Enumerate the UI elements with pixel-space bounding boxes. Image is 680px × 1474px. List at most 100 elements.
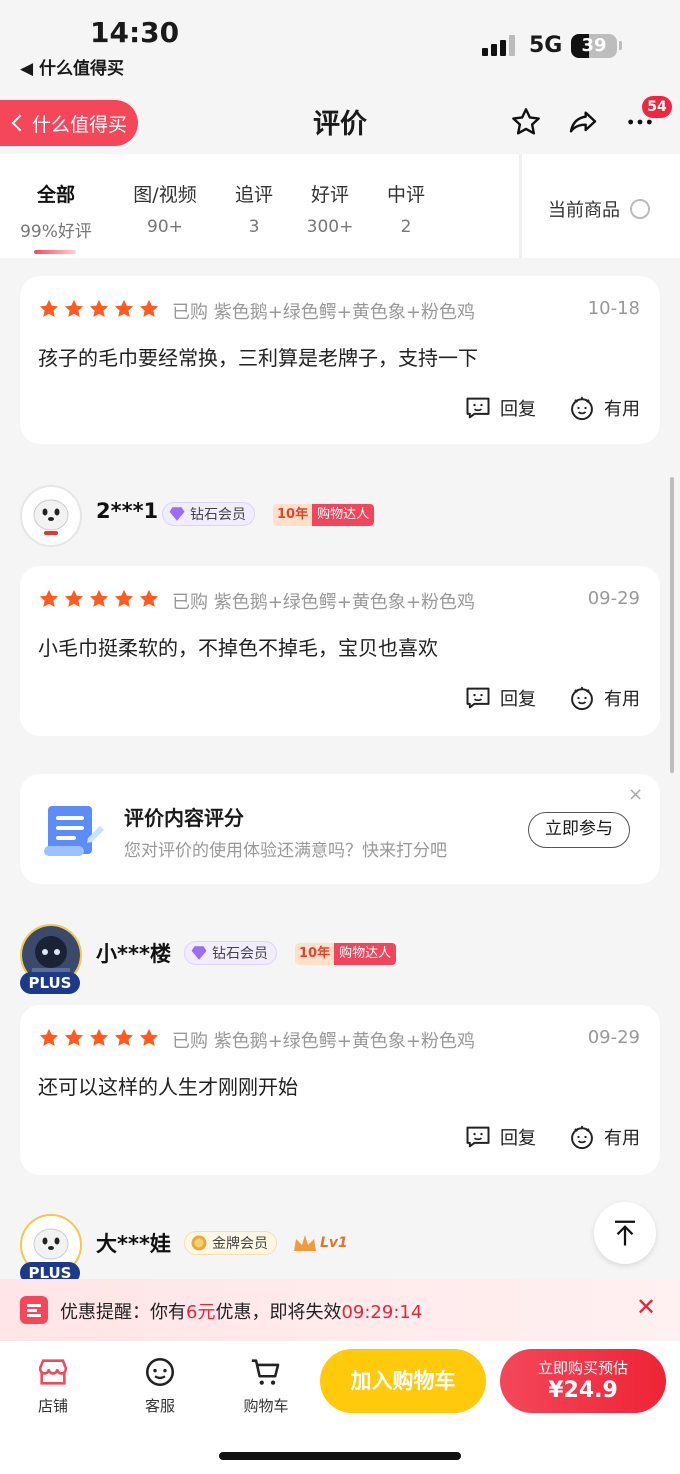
network-type: 5G	[529, 33, 563, 58]
tab-label: 追评	[234, 184, 273, 206]
back-to-app-link[interactable]: ◀ 什么值得买	[20, 54, 124, 79]
star-favorite-icon[interactable]	[506, 102, 546, 142]
reviewer-name: 2***1	[96, 499, 159, 523]
radio-icon[interactable]	[630, 199, 650, 219]
tab-count: 300+	[306, 217, 354, 237]
review-filter-tabs: 全部 99%好评 图/视频 90+ 追评 3 好评 300+ 中评 2 当前商品	[0, 154, 680, 258]
tab-positive[interactable]: 好评 300+	[302, 180, 358, 237]
shop-button[interactable]: 店铺	[13, 1355, 93, 1416]
default-dog-avatar-icon	[33, 499, 69, 535]
diamond-icon	[191, 946, 207, 960]
nav-bar: 什么值得买 评价	[0, 90, 680, 154]
customer-service-button[interactable]: 客服	[120, 1355, 200, 1416]
review-card: 已购 紫色鹅+绿色鳄+黄色象+粉色鸡 09-29 小毛巾挺柔软的，不掉色不掉毛，…	[20, 566, 660, 736]
share-icon[interactable]	[563, 102, 603, 142]
survey-subtitle: 您对评价的使用体验还满意吗？快来打分吧	[124, 841, 447, 861]
tab-count: 3	[248, 217, 260, 237]
reply-label: 回复	[500, 399, 536, 420]
rating-stars	[38, 1027, 160, 1049]
useful-label: 有用	[604, 1128, 640, 1149]
review-card: 已购 紫色鹅+绿色鳄+黄色象+粉色鸡 10-18 孩子的毛巾要经常换，三利算是老…	[20, 276, 660, 444]
star-icon	[89, 1028, 109, 1046]
star-icon	[64, 1028, 84, 1046]
tab-count: 99%好评	[20, 222, 92, 242]
reply-button[interactable]: 回复	[464, 1123, 536, 1151]
promo-middle: 优惠，即将失效	[215, 1302, 342, 1323]
star-icon	[139, 589, 159, 607]
shopping-years-badge: 10年 购物达人	[273, 504, 375, 526]
battery-icon: 39	[571, 34, 617, 58]
purchased-variant: 已购 紫色鹅+绿色鳄+黄色象+粉色鸡	[172, 592, 475, 613]
reply-button[interactable]: 回复	[464, 684, 536, 712]
back-to-top-button[interactable]	[594, 1202, 656, 1264]
star-icon	[64, 589, 84, 607]
star-icon	[89, 589, 109, 607]
review-date: 09-29	[587, 1027, 640, 1048]
useful-button[interactable]: 有用	[568, 394, 640, 422]
review-date: 10-18	[587, 298, 640, 319]
battery-level: 39	[581, 35, 607, 56]
star-icon	[39, 299, 59, 317]
current-goods-filter[interactable]: 当前商品	[548, 196, 650, 222]
gold-medal-icon	[191, 1235, 207, 1251]
arrow-up-icon	[615, 1220, 635, 1246]
buy-now-price: ¥24.9	[548, 1378, 618, 1403]
purchased-variant: 已购 紫色鹅+绿色鳄+黄色象+粉色鸡	[172, 1031, 475, 1052]
tab-all[interactable]: 全部 99%好评	[18, 180, 94, 242]
useful-label: 有用	[604, 689, 640, 710]
tab-label: 全部	[36, 184, 75, 206]
member-label: 金牌会员	[212, 1236, 268, 1252]
useful-face-icon	[571, 1125, 593, 1150]
promo-countdown: 09:29:14	[341, 1302, 423, 1323]
tab-media[interactable]: 图/视频 90+	[124, 180, 206, 237]
star-icon	[39, 589, 59, 607]
cart-button[interactable]: 购物车	[226, 1355, 306, 1416]
star-icon	[139, 299, 159, 317]
member-label: 钻石会员	[212, 946, 268, 962]
add-to-cart-button[interactable]: 加入购物车	[320, 1349, 486, 1413]
useful-face-icon	[571, 686, 593, 711]
reviewer-name: 小***楼	[96, 942, 171, 966]
level-badge: Lv1	[292, 1230, 348, 1256]
star-icon	[89, 299, 109, 317]
promo-prefix: 优惠提醒：你有	[60, 1302, 186, 1323]
coupon-reminder-text: 优惠提醒：你有6元优惠，即将失效09:29:14	[60, 1298, 422, 1324]
close-icon[interactable]: ×	[628, 784, 643, 805]
coupon-reminder-bar[interactable]: 优惠提醒：你有6元优惠，即将失效09:29:14 ✕	[0, 1279, 680, 1341]
useful-button[interactable]: 有用	[568, 1123, 640, 1151]
status-bar: 14:30 ◀ 什么值得买 5G 39	[0, 0, 680, 90]
shopping-cart-icon	[251, 1359, 280, 1385]
review-text: 还可以这样的人生才刚刚开始	[38, 1075, 298, 1099]
reviewer-name: 大***娃	[96, 1232, 171, 1256]
member-badge: 钻石会员	[162, 502, 255, 526]
service-label: 客服	[144, 1397, 175, 1415]
diamond-icon	[169, 507, 185, 521]
tab-neutral[interactable]: 中评 2	[382, 180, 430, 237]
reviewer-info: PLUS 大***娃 金牌会员 Lv1	[20, 1214, 660, 1284]
reply-button[interactable]: 回复	[464, 394, 536, 422]
review-card: 已购 紫色鹅+绿色鳄+黄色象+粉色鸡 09-29 还可以这样的人生才刚刚开始 回…	[20, 1005, 660, 1175]
tab-count: 90+	[147, 217, 183, 237]
scrollbar[interactable]	[670, 477, 674, 773]
useful-face-icon	[571, 396, 593, 421]
level-label: Lv1	[320, 1235, 348, 1251]
promo-amount: 6元	[186, 1302, 216, 1323]
buy-now-button[interactable]: 立即购买预估 ¥24.9	[500, 1349, 666, 1413]
close-icon[interactable]: ✕	[636, 1293, 656, 1321]
reply-label: 回复	[500, 689, 536, 710]
useful-button[interactable]: 有用	[568, 684, 640, 712]
rating-stars	[38, 588, 160, 610]
useful-label: 有用	[604, 399, 640, 420]
plus-badge: PLUS	[20, 972, 80, 994]
store-icon	[38, 1359, 68, 1385]
star-icon	[64, 299, 84, 317]
active-tab-indicator	[34, 250, 76, 254]
tab-follow-up[interactable]: 追评 3	[228, 180, 280, 237]
reviewer-info: PLUS 小***楼 钻石会员 10年 购物达人	[20, 924, 660, 994]
tab-label: 中评	[386, 184, 425, 206]
coupon-icon	[20, 1296, 48, 1324]
join-survey-button[interactable]: 立即参与	[528, 812, 630, 848]
star-icon	[39, 1028, 59, 1046]
avatar[interactable]	[20, 485, 82, 547]
review-survey-card: 评价内容评分 您对评价的使用体验还满意吗？快来打分吧 立即参与 ×	[20, 774, 660, 884]
